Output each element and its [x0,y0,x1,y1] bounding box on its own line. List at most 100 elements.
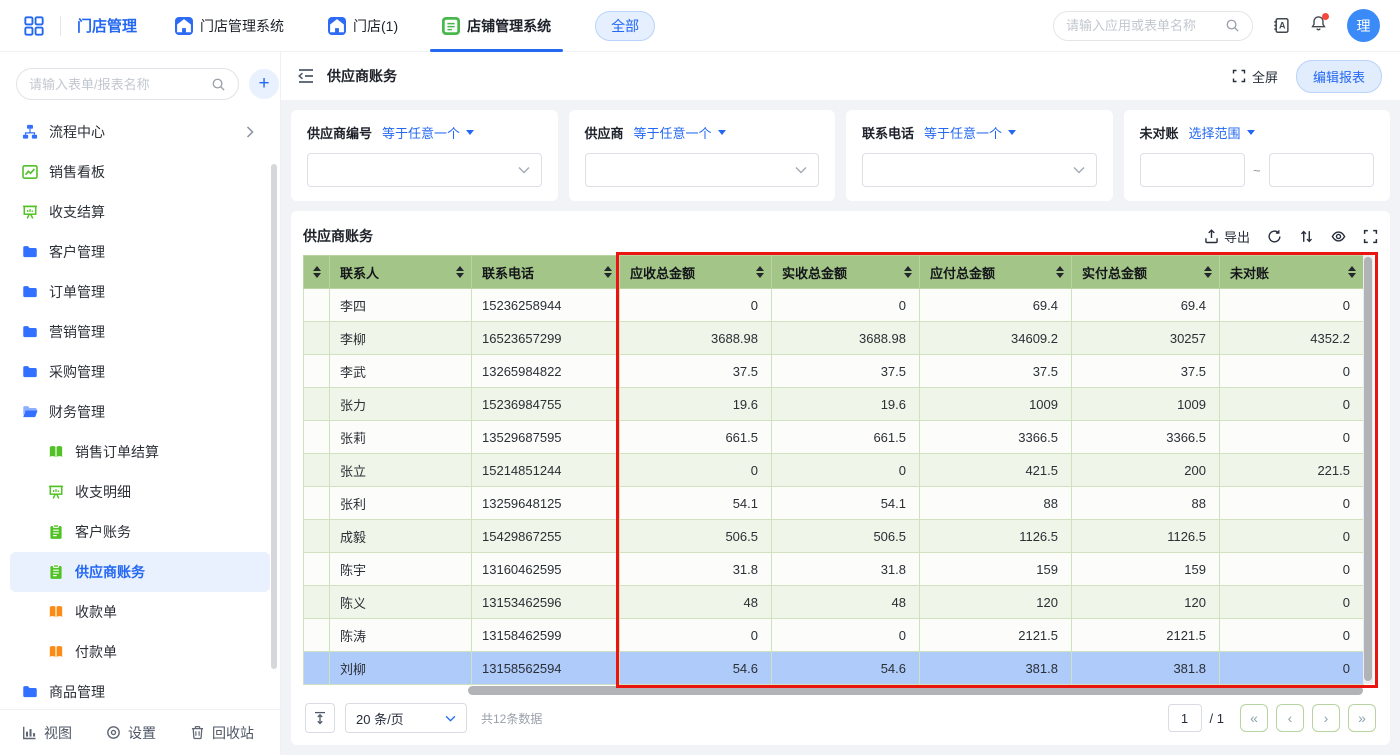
fullscreen-icon[interactable] [1363,229,1378,244]
app-tab[interactable]: 门店(1) [328,0,398,52]
sidebar-item[interactable]: 流程中心 [10,112,270,152]
table-cell: 381.8 [920,652,1072,685]
sidebar-item[interactable]: 财务管理 [10,392,270,432]
table-row[interactable]: 成毅15429867255506.5506.51126.51126.50 [304,520,1364,553]
table-row[interactable]: 李柳165236572993688.983688.9834609.2302574… [304,322,1364,355]
sidebar-footer-bar-chart[interactable]: 视图 [22,723,72,743]
sidebar-item[interactable]: 销售订单结算 [10,432,270,472]
sort-icon[interactable] [756,266,764,278]
range-max-input[interactable] [1269,153,1374,187]
workspace-name[interactable]: 门店管理 [77,15,137,36]
page-number-input[interactable] [1168,704,1202,732]
app-tab[interactable]: 门店管理系统 [175,0,284,52]
svg-text:A: A [1279,21,1286,31]
sort-icon[interactable] [1299,229,1314,244]
address-book-icon[interactable]: A [1273,17,1290,34]
sidebar-item[interactable]: 收款单 [10,592,270,632]
table-row[interactable]: 张力1523698475519.619.6100910090 [304,388,1364,421]
global-search-input[interactable] [1066,18,1219,33]
table-header-row: 联系人联系电话应收总金额实收总金额应付总金额实付总金额未对账 [304,256,1364,289]
sidebar-search-input[interactable] [29,77,205,92]
table-row[interactable]: 陈义1315346259648481201200 [304,586,1364,619]
sort-icon[interactable] [904,266,912,278]
book-icon [48,444,64,460]
fullscreen-button[interactable]: 全屏 [1232,67,1278,86]
column-header[interactable] [304,256,330,289]
filter-operator[interactable]: 等于任意一个 [382,123,474,142]
global-search[interactable] [1053,11,1253,41]
filter-select[interactable] [585,153,820,187]
gear-icon [106,725,121,740]
sidebar-item[interactable]: 付款单 [10,632,270,672]
sidebar-item[interactable]: 采购管理 [10,352,270,392]
horizontal-scrollbar[interactable] [303,686,1373,695]
prev-page-button[interactable]: ‹ [1276,704,1304,732]
app-grid-icon[interactable] [24,16,44,36]
avatar[interactable]: 理 [1347,9,1380,42]
sidebar-footer-trash[interactable]: 回收站 [190,723,254,743]
folder-icon [22,324,38,340]
filter-operator[interactable]: 等于任意一个 [924,123,1016,142]
sidebar-footer-gear[interactable]: 设置 [106,723,156,743]
sidebar-item[interactable]: 供应商账务 [10,552,270,592]
vertical-scrollbar[interactable] [1363,255,1373,684]
sidebar-item[interactable]: 订单管理 [10,272,270,312]
table-row[interactable]: 陈宇1316046259531.831.81591590 [304,553,1364,586]
sidebar-item[interactable]: 商品管理 [10,672,270,712]
next-page-button[interactable]: › [1312,704,1340,732]
column-header[interactable]: 应付总金额 [920,256,1072,289]
column-header[interactable]: 联系电话 [472,256,620,289]
sidebar-item[interactable]: 客户管理 [10,232,270,272]
table-row[interactable]: 李四152362589440069.469.40 [304,289,1364,322]
range-min-input[interactable] [1140,153,1245,187]
table-row[interactable]: 刘柳1315856259454.654.6381.8381.80 [304,652,1364,685]
sort-icon[interactable] [1056,266,1064,278]
filter-operator[interactable]: 选择范围 [1189,123,1255,142]
fit-rows-button[interactable] [305,703,335,733]
sort-icon[interactable] [604,266,612,278]
filter-select[interactable] [307,153,542,187]
column-header[interactable]: 未对账 [1220,256,1364,289]
all-apps-pill[interactable]: 全部 [595,11,655,41]
table-row[interactable]: 陈涛13158462599002121.52121.50 [304,619,1364,652]
column-header[interactable]: 实收总金额 [772,256,920,289]
sidebar-search[interactable] [16,68,239,100]
sidebar-item[interactable]: 客户账务 [10,512,270,552]
sort-icon[interactable] [1204,266,1212,278]
app-tab[interactable]: 店铺管理系统 [442,0,551,52]
sort-icon[interactable] [1348,266,1356,278]
table-row[interactable]: 李武1326598482237.537.537.537.50 [304,355,1364,388]
last-page-button[interactable]: » [1348,704,1376,732]
sidebar-item[interactable]: 营销管理 [10,312,270,352]
sort-icon[interactable] [456,266,464,278]
sort-icon[interactable] [313,266,321,278]
collapse-panel-icon[interactable] [297,68,315,84]
search-icon[interactable] [1225,18,1240,33]
filter-operator[interactable]: 等于任意一个 [634,123,726,142]
table-row[interactable]: 张利1325964812554.154.188880 [304,487,1364,520]
sidebar-scrollbar[interactable] [271,164,277,669]
edit-report-button[interactable]: 编辑报表 [1296,60,1382,93]
sidebar-item[interactable]: 销售看板 [10,152,270,192]
sidebar-item[interactable]: 收支明细 [10,472,270,512]
sidebar-item[interactable]: 收支结算 [10,192,270,232]
eye-icon[interactable] [1331,229,1346,244]
page-size-select[interactable]: 20 条/页 [345,703,467,733]
column-header[interactable]: 实付总金额 [1072,256,1220,289]
folder-icon [22,684,38,700]
table-title: 供应商账务 [303,226,373,246]
notification-bell[interactable] [1310,15,1327,37]
filter-select[interactable] [862,153,1097,187]
add-button[interactable]: + [249,69,279,99]
house-icon [175,17,193,35]
column-header[interactable]: 联系人 [330,256,472,289]
table-row[interactable]: 张立1521485124400421.5200221.5 [304,454,1364,487]
export-button[interactable]: 导出 [1204,227,1250,246]
refresh-icon[interactable] [1267,229,1282,244]
column-header[interactable]: 应收总金额 [620,256,772,289]
first-page-button[interactable]: « [1240,704,1268,732]
pagination-bar: 20 条/页 共12条数据 / 1 « ‹ › » [303,695,1378,741]
table-row[interactable]: 张莉13529687595661.5661.53366.53366.50 [304,421,1364,454]
table-cell: 54.6 [772,652,920,685]
search-icon[interactable] [211,77,226,92]
